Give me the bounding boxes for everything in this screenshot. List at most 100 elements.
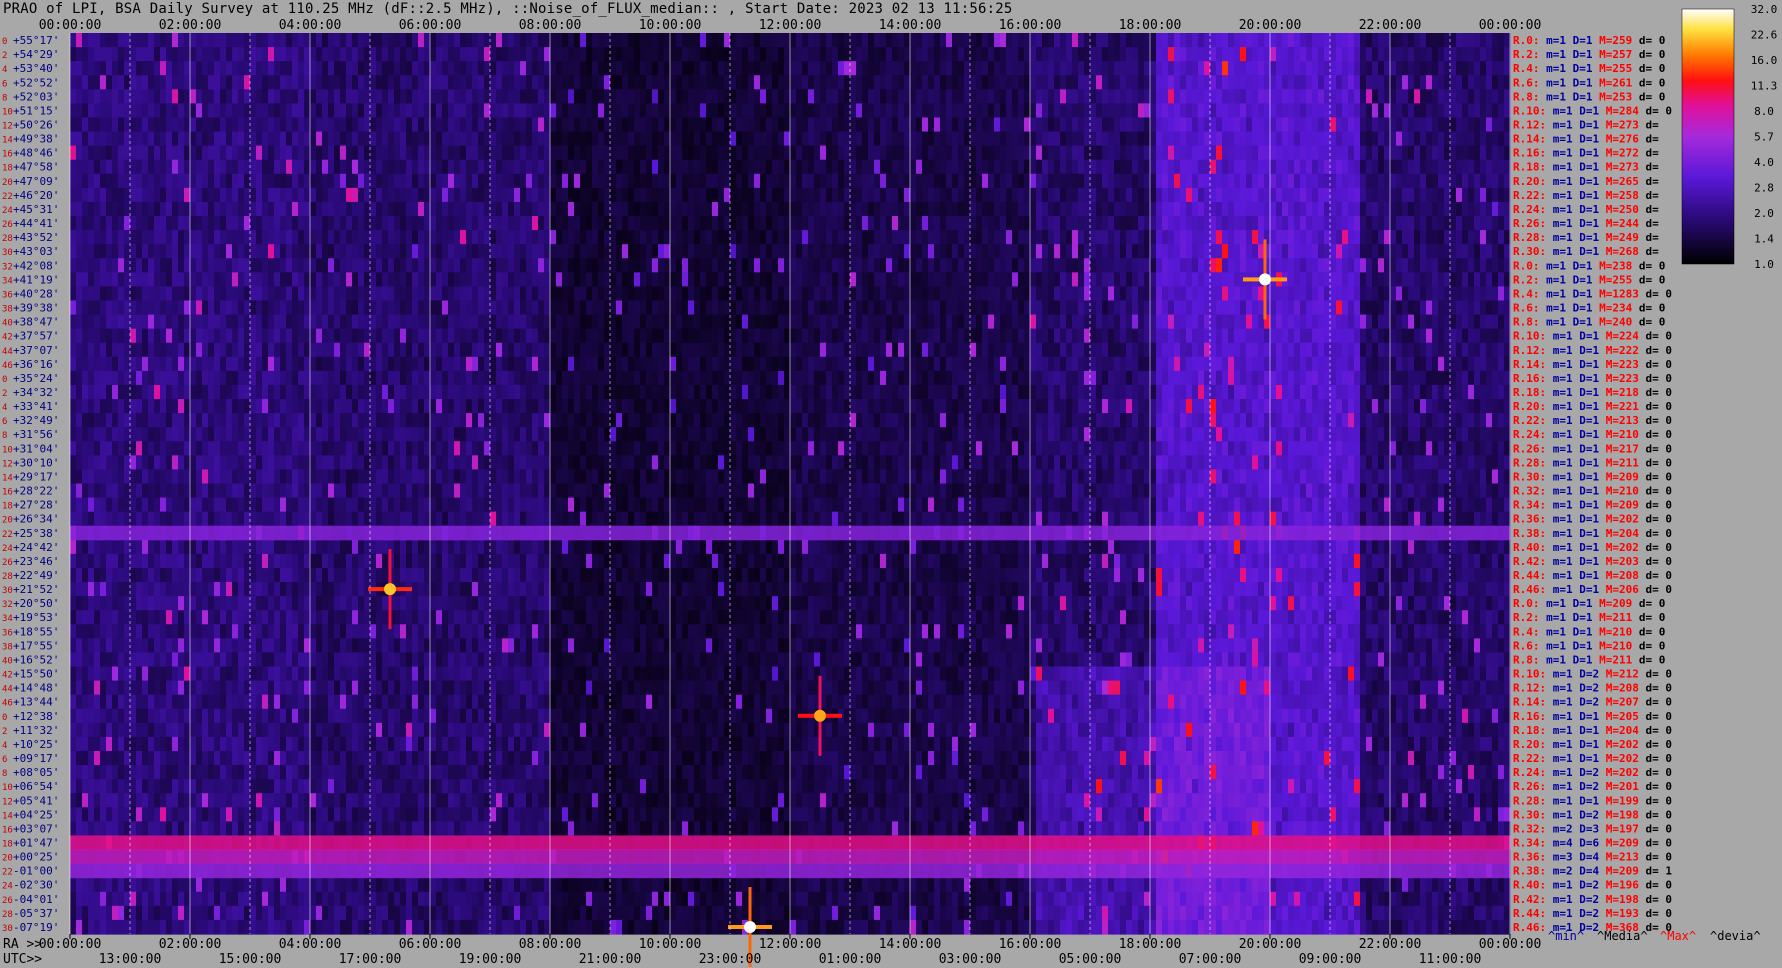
heatmap-cell bbox=[334, 314, 341, 330]
heatmap-cell bbox=[874, 272, 881, 288]
heatmap-cell bbox=[1054, 61, 1061, 76]
heatmap-cell bbox=[1198, 145, 1205, 161]
heatmap-cell bbox=[1372, 272, 1379, 288]
heatmap-cell bbox=[658, 145, 665, 161]
heatmap-cell bbox=[790, 272, 797, 288]
heatmap-cell bbox=[1054, 103, 1061, 119]
heatmap-cell bbox=[514, 131, 521, 147]
heatmap-cell bbox=[1096, 89, 1103, 104]
heatmap-cell bbox=[1102, 145, 1109, 161]
heatmap-cell bbox=[1294, 89, 1301, 104]
heatmap-cell bbox=[766, 272, 773, 288]
heatmap-cell bbox=[388, 89, 395, 104]
heatmap-cell bbox=[508, 89, 515, 104]
heatmap-cell bbox=[490, 103, 497, 119]
heatmap-cell bbox=[1192, 230, 1199, 245]
heatmap-cell bbox=[688, 89, 695, 104]
heatmap-cell bbox=[1456, 244, 1463, 259]
heatmap-cell bbox=[724, 300, 731, 316]
heatmap-cell bbox=[670, 258, 677, 273]
heatmap-cell bbox=[1048, 314, 1055, 330]
heatmap-cell bbox=[706, 244, 713, 259]
heatmap-cell bbox=[496, 286, 503, 302]
heatmap-cell bbox=[532, 117, 539, 133]
heatmap-cell bbox=[1282, 216, 1289, 231]
heatmap-cell bbox=[1096, 75, 1103, 90]
heatmap-cell bbox=[388, 216, 395, 231]
heatmap-cell bbox=[898, 244, 905, 259]
heatmap-cell bbox=[352, 230, 359, 245]
heatmap-cell bbox=[400, 272, 407, 288]
heatmap-cell bbox=[472, 258, 479, 273]
heatmap-cell bbox=[1426, 258, 1433, 273]
heatmap-cell bbox=[1450, 244, 1457, 259]
heatmap-cell bbox=[196, 145, 203, 161]
heatmap-cell bbox=[1078, 187, 1085, 203]
heatmap-cell bbox=[802, 47, 809, 62]
heatmap-cell bbox=[682, 258, 689, 273]
heatmap-cell bbox=[1438, 300, 1445, 316]
heatmap-cell bbox=[1438, 244, 1445, 259]
heatmap-cell bbox=[1462, 216, 1469, 231]
heatmap-cell bbox=[196, 300, 203, 316]
heatmap-cell bbox=[394, 159, 401, 175]
heatmap-cell bbox=[418, 272, 425, 288]
heatmap-cell bbox=[532, 258, 539, 273]
heatmap-cell bbox=[1414, 159, 1421, 175]
heatmap-cell bbox=[652, 272, 659, 288]
heatmap-cell bbox=[772, 216, 779, 231]
heatmap-cell bbox=[508, 300, 515, 316]
heatmap-cell bbox=[538, 145, 545, 161]
heatmap-cell bbox=[406, 33, 413, 48]
heatmap-cell bbox=[190, 230, 197, 245]
heatmap-cell bbox=[280, 47, 287, 62]
heatmap-cell bbox=[232, 89, 239, 104]
heatmap-cell bbox=[400, 201, 407, 217]
heatmap-cell bbox=[298, 131, 305, 147]
heatmap-cell bbox=[1426, 159, 1433, 175]
heatmap-cell bbox=[1150, 244, 1157, 259]
heatmap-cell bbox=[916, 61, 923, 76]
heatmap-cell bbox=[688, 201, 695, 217]
heatmap-cell bbox=[1444, 216, 1451, 231]
heatmap-cell bbox=[1432, 216, 1439, 231]
heatmap-cell bbox=[100, 314, 107, 330]
heatmap-cell bbox=[556, 187, 563, 203]
heatmap-cell bbox=[754, 173, 761, 189]
heatmap-cell bbox=[256, 33, 263, 48]
heatmap-cell bbox=[1402, 244, 1409, 259]
heatmap-cell bbox=[676, 33, 683, 48]
heatmap-cell bbox=[1348, 61, 1355, 76]
heatmap-cell bbox=[388, 159, 395, 175]
heatmap-cell bbox=[526, 300, 533, 316]
heatmap-cell bbox=[832, 216, 839, 231]
heatmap-cell bbox=[1096, 187, 1103, 203]
heatmap-cell bbox=[946, 173, 953, 189]
heatmap-cell bbox=[1222, 47, 1229, 62]
heatmap-cell bbox=[1318, 103, 1325, 119]
heatmap-cell bbox=[652, 61, 659, 76]
heatmap-cell bbox=[370, 173, 377, 189]
heatmap-cell bbox=[190, 75, 197, 90]
heatmap-cell bbox=[700, 47, 707, 62]
heatmap-cell bbox=[520, 145, 527, 161]
heatmap-cell bbox=[718, 145, 725, 161]
heatmap-cell bbox=[634, 61, 641, 76]
heatmap-cell bbox=[100, 33, 107, 48]
heatmap-cell bbox=[340, 47, 347, 62]
heatmap-cell bbox=[346, 187, 353, 203]
heatmap-cell bbox=[586, 272, 593, 288]
heatmap-cell bbox=[1312, 187, 1319, 203]
heatmap-cell bbox=[712, 61, 719, 76]
heatmap-cell bbox=[880, 244, 887, 259]
heatmap-cell bbox=[1072, 145, 1079, 161]
heatmap-cell bbox=[1450, 216, 1457, 231]
heatmap-cell bbox=[472, 244, 479, 259]
heatmap-cell bbox=[856, 187, 863, 203]
heatmap-cell bbox=[1210, 244, 1217, 259]
heatmap-cell bbox=[1042, 103, 1049, 119]
heatmap-cell bbox=[502, 230, 509, 245]
heatmap-cell bbox=[1102, 131, 1109, 147]
heatmap-cell bbox=[1186, 89, 1193, 104]
heatmap-cell bbox=[868, 159, 875, 175]
